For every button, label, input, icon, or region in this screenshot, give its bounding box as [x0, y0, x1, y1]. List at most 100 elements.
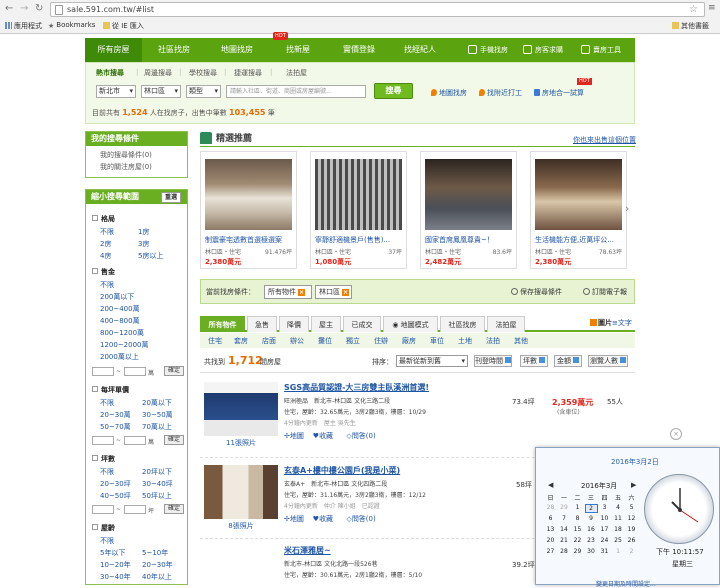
- calendar-day[interactable]: 28: [544, 504, 557, 511]
- featured-card[interactable]: 國家首席鳳凰尊貴~！ 林口區・住宅 83.6坪 2,482萬元: [420, 151, 517, 269]
- featured-photo[interactable]: [535, 159, 622, 230]
- condition-chip[interactable]: 林口區 ×: [315, 285, 352, 299]
- filter-option[interactable]: 50~70萬: [100, 422, 131, 432]
- calendar-day[interactable]: 5: [625, 504, 638, 511]
- tab-owner[interactable]: 屋主: [311, 316, 341, 332]
- calendar-day[interactable]: 28: [558, 548, 571, 555]
- filter-option[interactable]: 不限: [100, 227, 114, 237]
- tab-map-mode[interactable]: ◉ 地圖模式: [383, 316, 438, 332]
- listing-item[interactable]: 11張照片 SGS高品質認證-大三房雙主臥溪洲首選! 旺洲極品 新北市-林口區 …: [200, 378, 635, 458]
- listing-title[interactable]: 玄泰A+樓中樓公園戶(我是小菜): [284, 465, 400, 476]
- filter-option[interactable]: 不限: [100, 280, 114, 290]
- tab-community[interactable]: 社區找房: [440, 316, 485, 332]
- nav-new-houses[interactable]: 找新屋: [268, 38, 328, 62]
- featured-card-title[interactable]: 生活機能方便,近萬坪公...: [535, 235, 624, 245]
- calendar-day[interactable]: 19: [625, 526, 638, 533]
- featured-photo[interactable]: [315, 159, 402, 230]
- change-datetime-link[interactable]: 變更日期及時間設定...: [596, 579, 656, 588]
- filter-group-price[interactable]: 售金: [92, 267, 115, 277]
- filter-option[interactable]: 30~50萬: [142, 410, 173, 420]
- subtab-office[interactable]: 辦公: [290, 336, 304, 346]
- bookmark-other[interactable]: 其他書籤: [672, 21, 709, 31]
- part-time-link[interactable]: 找附近打工: [479, 88, 522, 98]
- calendar-day[interactable]: 15: [571, 526, 584, 533]
- bookmark-bookmarks[interactable]: ★ Bookmarks: [48, 21, 95, 30]
- sort-by-time-button[interactable]: 刊登時間: [474, 355, 512, 367]
- address-bar[interactable]: sale.591.com.tw/#list ☆: [50, 2, 705, 17]
- price-max-input[interactable]: [124, 367, 146, 376]
- calendar-day[interactable]: 26: [625, 537, 638, 544]
- filter-option[interactable]: 不限: [100, 467, 114, 477]
- forward-icon[interactable]: →: [20, 3, 32, 15]
- filter-group-unit-price[interactable]: 每坪單價: [92, 385, 129, 395]
- calendar-day[interactable]: 31: [598, 548, 611, 555]
- listing-title[interactable]: 米石澤雅居~: [284, 545, 331, 556]
- city-select[interactable]: 新北市: [96, 85, 136, 98]
- price-min-input[interactable]: [92, 367, 114, 376]
- calendar-day[interactable]: 17: [598, 526, 611, 533]
- search-tab-mrt[interactable]: 捷運搜尋: [234, 68, 262, 78]
- listing-photo[interactable]: [204, 465, 278, 519]
- calendar-day[interactable]: 18: [612, 526, 625, 533]
- listing-title[interactable]: SGS高品質認證-大三房雙主臥溪洲首選!: [284, 382, 429, 393]
- my-search-link[interactable]: 我的搜尋條件(0): [100, 150, 187, 160]
- filter-option[interactable]: 70萬以上: [142, 422, 172, 432]
- featured-card-title[interactable]: 國家首席鳳凰尊貴~！: [425, 235, 514, 245]
- search-tab-hot[interactable]: 熱市搜尋: [96, 68, 124, 78]
- calendar-day[interactable]: 2: [625, 548, 638, 555]
- featured-photo[interactable]: [425, 159, 512, 230]
- filter-option[interactable]: 800~1200萬: [100, 328, 144, 338]
- back-icon[interactable]: ←: [5, 3, 17, 15]
- filter-group-layout[interactable]: 格局: [92, 214, 115, 224]
- filter-option[interactable]: 2房: [100, 239, 111, 249]
- search-tab-auction[interactable]: 法拍屋: [286, 68, 307, 78]
- listing-photo-count[interactable]: 8張照片: [204, 521, 278, 531]
- my-favorites-link[interactable]: 我的關注房屋(0): [100, 162, 187, 172]
- filter-option[interactable]: 30~40坪: [142, 479, 173, 489]
- unit-price-min-input[interactable]: [92, 436, 114, 445]
- menu-icon[interactable]: ≡: [708, 3, 718, 13]
- featured-advertise-link[interactable]: 你也來出售這個位置: [573, 135, 636, 145]
- tax-calculator-link[interactable]: 房地合一試算: [534, 88, 584, 98]
- calendar-day[interactable]: 27: [544, 548, 557, 555]
- featured-photo[interactable]: [205, 159, 292, 230]
- qa-link[interactable]: ◇問答(0): [346, 515, 375, 523]
- filter-option[interactable]: 4房: [100, 251, 111, 261]
- favorite-link[interactable]: ♥收藏: [313, 432, 333, 440]
- close-icon[interactable]: ×: [670, 428, 682, 440]
- calendar-day[interactable]: 6: [544, 515, 557, 522]
- url-text[interactable]: sale.591.com.tw/#list: [67, 5, 154, 14]
- calendar-day[interactable]: 30: [585, 548, 598, 555]
- bookmark-star-icon[interactable]: ☆: [689, 4, 698, 15]
- calendar-day[interactable]: 1: [612, 548, 625, 555]
- remove-icon[interactable]: ×: [342, 289, 349, 296]
- calendar-day[interactable]: 7: [558, 515, 571, 522]
- calendar-day[interactable]: 25: [612, 537, 625, 544]
- filter-option[interactable]: 5~10年: [142, 548, 168, 558]
- calendar-day[interactable]: 20: [544, 537, 557, 544]
- calendar-day[interactable]: 2: [584, 504, 598, 513]
- price-confirm-button[interactable]: 確定: [164, 366, 184, 376]
- area-confirm-button[interactable]: 確定: [164, 504, 184, 514]
- nav-community[interactable]: 社區找房: [142, 38, 206, 62]
- calendar-day[interactable]: 22: [571, 537, 584, 544]
- map-link[interactable]: ✢地圖: [284, 432, 304, 440]
- bookmark-apps[interactable]: 應用程式: [5, 21, 42, 31]
- sort-by-area-button[interactable]: 坪數: [520, 355, 548, 367]
- subscribe-link[interactable]: 訂閱電子報: [583, 287, 627, 297]
- sort-by-views-button[interactable]: 瀏覽人數: [588, 355, 628, 367]
- calendar-day[interactable]: 10: [598, 515, 611, 522]
- search-tab-school[interactable]: 學校搜尋: [189, 68, 217, 78]
- filter-option[interactable]: 5房以上: [138, 251, 163, 261]
- filter-option[interactable]: 10~20年: [100, 560, 131, 570]
- next-month-icon[interactable]: ▶: [631, 481, 636, 489]
- filter-option[interactable]: 不限: [100, 398, 114, 408]
- subtab-parking[interactable]: 車位: [430, 336, 444, 346]
- filter-option[interactable]: 400~800萬: [100, 316, 140, 326]
- unit-price-max-input[interactable]: [124, 436, 146, 445]
- calendar-day[interactable]: 24: [598, 537, 611, 544]
- subtab-residence[interactable]: 住宅: [208, 336, 222, 346]
- nav-sell-tools[interactable]: 賣房工具: [581, 38, 621, 62]
- tab-sold[interactable]: 已成交: [343, 316, 381, 332]
- view-text-toggle[interactable]: ≡文字: [612, 318, 632, 328]
